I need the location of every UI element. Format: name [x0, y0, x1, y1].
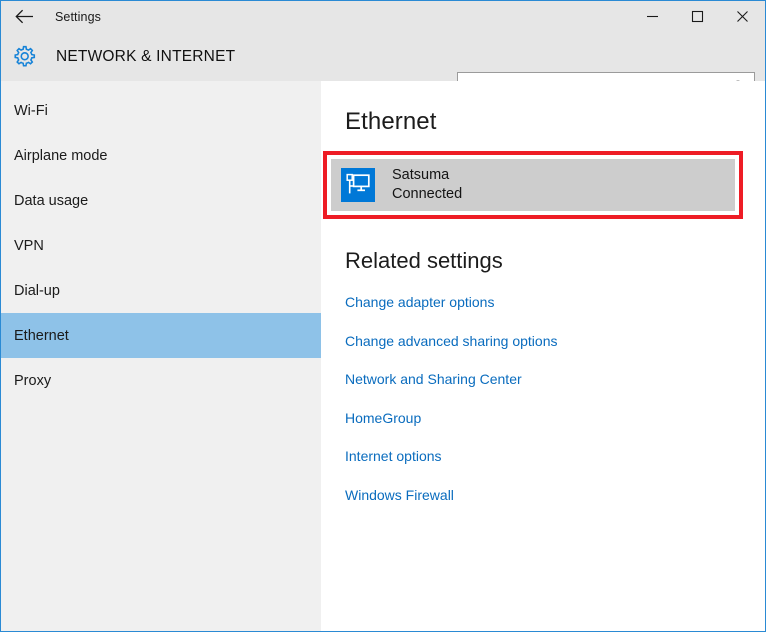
category-header: NETWORK & INTERNET — [1, 32, 765, 102]
sidebar-item-label: Dial-up — [14, 282, 60, 299]
sidebar-item-wifi[interactable]: Wi-Fi — [1, 88, 321, 133]
window-body: Wi-Fi Airplane mode Data usage VPN Dial-… — [1, 81, 765, 631]
maximize-button[interactable] — [675, 1, 720, 32]
ethernet-monitor-icon — [341, 168, 375, 202]
sidebar-item-label: Wi-Fi — [14, 102, 48, 119]
gear-icon-wrap — [1, 32, 47, 81]
ethernet-adapter-card[interactable]: Satsuma Connected — [331, 159, 735, 211]
settings-window: Settings NETWORK & INTERNET Find a setti… — [0, 0, 766, 632]
link-windows-firewall[interactable]: Windows Firewall — [345, 487, 454, 503]
link-change-advanced-sharing-options[interactable]: Change advanced sharing options — [345, 333, 558, 349]
minimize-icon — [647, 15, 658, 18]
sidebar-item-label: Ethernet — [14, 327, 69, 344]
related-settings-heading: Related settings — [345, 248, 503, 273]
sidebar-item-data-usage[interactable]: Data usage — [1, 178, 321, 223]
sidebar-item-vpn[interactable]: VPN — [1, 223, 321, 268]
minimize-button[interactable] — [630, 1, 675, 32]
close-icon — [737, 11, 748, 22]
window-controls — [630, 1, 765, 32]
link-internet-options[interactable]: Internet options — [345, 448, 442, 464]
content-heading: Ethernet — [345, 108, 437, 135]
back-arrow-icon — [14, 9, 33, 24]
sidebar-item-proxy[interactable]: Proxy — [1, 358, 321, 403]
sidebar-item-label: Data usage — [14, 192, 89, 209]
window-title: Settings — [55, 9, 101, 24]
gear-icon — [13, 45, 35, 67]
page-title: NETWORK & INTERNET — [56, 47, 236, 65]
sidebar-item-label: Airplane mode — [14, 147, 108, 164]
adapter-name: Satsuma — [392, 167, 450, 184]
maximize-icon — [691, 10, 704, 23]
adapter-status: Connected — [392, 186, 463, 202]
back-button[interactable] — [1, 1, 47, 32]
close-button[interactable] — [720, 1, 765, 32]
link-change-adapter-options[interactable]: Change adapter options — [345, 294, 494, 310]
adapter-text-group: Satsuma Connected — [392, 166, 462, 203]
sidebar-nav: Wi-Fi Airplane mode Data usage VPN Dial-… — [1, 81, 321, 631]
sidebar-item-dial-up[interactable]: Dial-up — [1, 268, 321, 313]
sidebar-item-label: VPN — [14, 237, 44, 254]
related-settings-links: Change adapter options Change advanced s… — [345, 294, 705, 525]
title-bar: Settings — [1, 1, 765, 32]
sidebar-item-ethernet[interactable]: Ethernet — [1, 313, 321, 358]
content-pane: Ethernet Satsuma Connected Related setti… — [321, 81, 765, 631]
link-homegroup[interactable]: HomeGroup — [345, 410, 421, 426]
monitor-network-glyph — [346, 173, 370, 194]
sidebar-item-airplane-mode[interactable]: Airplane mode — [1, 133, 321, 178]
link-network-and-sharing-center[interactable]: Network and Sharing Center — [345, 371, 522, 387]
sidebar-item-label: Proxy — [14, 372, 52, 389]
